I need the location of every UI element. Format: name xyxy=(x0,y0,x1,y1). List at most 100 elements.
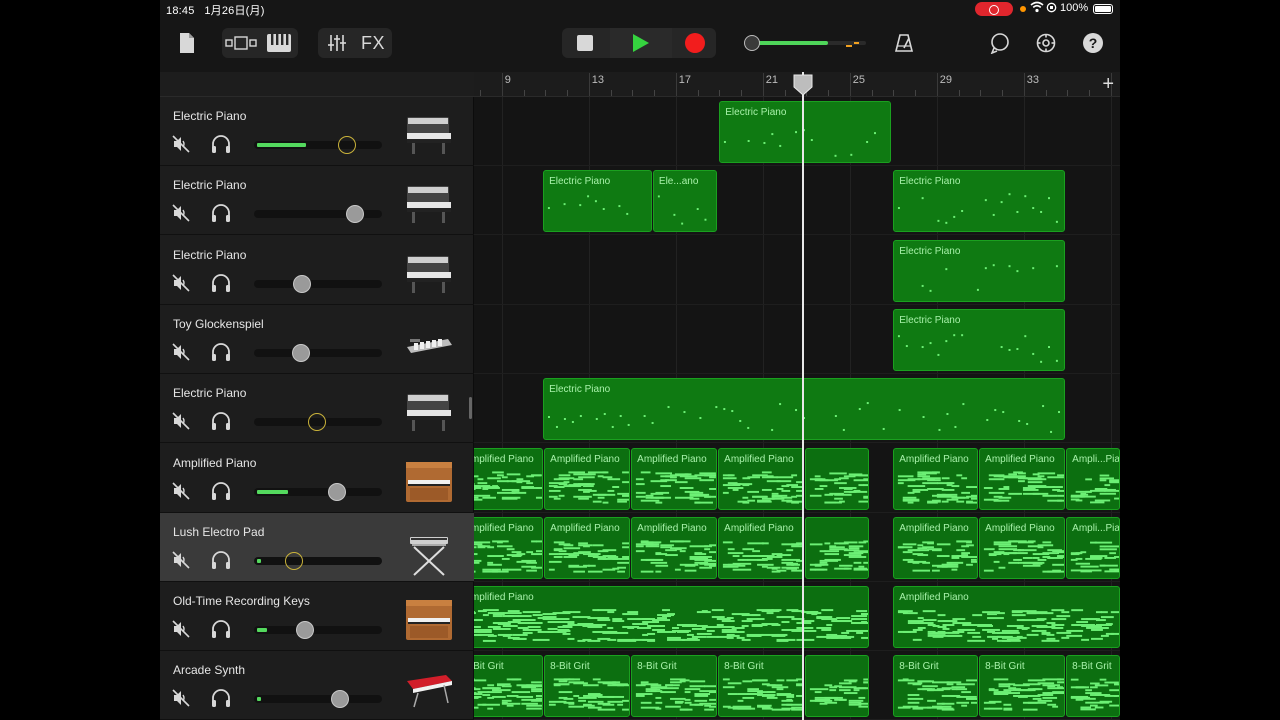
headphones-icon[interactable] xyxy=(210,273,232,293)
gear-icon[interactable] xyxy=(1032,28,1060,58)
electric-piano-icon[interactable] xyxy=(404,390,454,432)
track-volume-slider[interactable] xyxy=(254,343,382,362)
electric-piano-icon[interactable] xyxy=(404,252,454,294)
midi-region[interactable]: Amplified Piano xyxy=(544,516,631,579)
playhead-handle[interactable] xyxy=(792,74,814,96)
track-header[interactable]: Toy Glockenspiel xyxy=(160,305,474,374)
track-volume-slider[interactable] xyxy=(254,205,382,224)
fx-button[interactable]: FX xyxy=(358,28,388,58)
headphones-icon[interactable] xyxy=(210,550,232,570)
glockenspiel-icon[interactable] xyxy=(404,321,454,363)
track-header[interactable]: Electric Piano xyxy=(160,166,474,236)
midi-region[interactable]: Amplified Piano xyxy=(893,586,1120,649)
midi-region[interactable]: Amplified Piano xyxy=(474,447,544,510)
volume-knob[interactable] xyxy=(338,136,357,154)
stop-button[interactable] xyxy=(570,28,600,58)
mute-speaker-icon[interactable] xyxy=(172,551,190,569)
red-synth-icon[interactable] xyxy=(404,667,454,709)
midi-region[interactable]: Amplified Piano xyxy=(474,516,544,579)
mixer-sliders-icon[interactable] xyxy=(322,28,352,58)
track-header[interactable]: Electric Piano xyxy=(160,236,474,305)
master-volume-knob[interactable] xyxy=(744,35,760,51)
electric-piano-icon[interactable] xyxy=(404,182,454,224)
headphones-icon[interactable] xyxy=(210,342,232,362)
mute-speaker-icon[interactable] xyxy=(172,135,190,153)
headphones-icon[interactable] xyxy=(210,203,232,223)
track-header[interactable]: Old-Time Recording Keys xyxy=(160,582,474,652)
track-volume-slider[interactable] xyxy=(254,413,382,432)
midi-region[interactable]: 8-Bit Grit xyxy=(893,655,979,718)
help-button[interactable]: ? xyxy=(1080,28,1106,58)
arrangement-area[interactable]: Electric Piano Electric Piano Ele...ano Ele… xyxy=(474,97,1120,720)
midi-region[interactable] xyxy=(805,655,870,718)
volume-knob[interactable] xyxy=(291,343,310,362)
midi-region[interactable]: Electric Piano xyxy=(543,170,652,233)
track-header[interactable]: Electric Piano xyxy=(160,374,474,444)
mute-speaker-icon[interactable] xyxy=(172,204,190,222)
midi-region[interactable]: Amplified Piano xyxy=(893,447,979,510)
mute-speaker-icon[interactable] xyxy=(172,689,190,707)
volume-knob[interactable] xyxy=(330,690,349,709)
midi-region[interactable]: Electric Piano xyxy=(543,378,1066,441)
headphones-icon[interactable] xyxy=(210,481,232,501)
headphones-icon[interactable] xyxy=(210,688,232,708)
electric-piano-icon[interactable] xyxy=(404,113,454,155)
upright-piano-icon[interactable] xyxy=(404,460,454,502)
mute-speaker-icon[interactable] xyxy=(172,274,190,292)
mute-speaker-icon[interactable] xyxy=(172,620,190,638)
column-resize-handle[interactable] xyxy=(469,397,472,419)
midi-region[interactable]: Amplified Piano xyxy=(979,447,1066,510)
track-header[interactable]: Lush Electro Pad xyxy=(160,512,474,582)
midi-region[interactable]: 8-Bit Grit xyxy=(979,655,1066,718)
track-volume-slider[interactable] xyxy=(254,136,382,154)
volume-knob[interactable] xyxy=(307,413,326,432)
midi-region[interactable]: Amplified Piano xyxy=(893,516,979,579)
tracks-view-icon[interactable] xyxy=(224,28,258,58)
volume-knob[interactable] xyxy=(285,551,304,570)
mute-speaker-icon[interactable] xyxy=(172,412,190,430)
midi-region[interactable]: Amplified Piano xyxy=(631,516,718,579)
midi-region[interactable]: 8-Bit Grit xyxy=(1066,655,1120,718)
track-header[interactable]: Arcade Synth xyxy=(160,651,474,720)
track-volume-slider[interactable] xyxy=(254,551,382,570)
midi-region[interactable] xyxy=(805,447,870,510)
midi-region[interactable]: Amplified Piano xyxy=(474,586,870,649)
midi-region[interactable]: Ampli...Piano xyxy=(1066,447,1120,510)
midi-region[interactable] xyxy=(805,516,870,579)
track-header[interactable]: Electric Piano xyxy=(160,97,474,166)
headphones-icon[interactable] xyxy=(210,619,232,639)
master-volume-slider[interactable] xyxy=(744,35,870,51)
midi-region[interactable]: Electric Piano xyxy=(719,101,892,163)
midi-region[interactable]: Electric Piano xyxy=(893,170,1066,233)
upright-piano-icon[interactable] xyxy=(404,598,454,641)
midi-region[interactable]: Amplified Piano xyxy=(718,447,805,510)
volume-knob[interactable] xyxy=(295,621,314,640)
mute-speaker-icon[interactable] xyxy=(172,343,190,361)
midi-region[interactable]: Ele...ano xyxy=(652,170,718,233)
midi-region[interactable]: 8-Bit Grit xyxy=(544,655,631,718)
midi-region[interactable]: 8-Bit Grit xyxy=(718,655,805,718)
screen-recording-icon[interactable] xyxy=(975,2,1013,16)
midi-region[interactable]: Electric Piano xyxy=(893,308,1066,371)
headphones-icon[interactable] xyxy=(210,411,232,431)
track-header[interactable]: Amplified Piano xyxy=(160,444,474,513)
record-button[interactable] xyxy=(680,28,710,58)
track-volume-slider[interactable] xyxy=(254,482,382,501)
volume-knob[interactable] xyxy=(345,205,364,224)
track-volume-slider[interactable] xyxy=(254,274,382,293)
volume-knob[interactable] xyxy=(292,274,311,293)
play-button[interactable] xyxy=(624,28,658,58)
metronome-icon[interactable] xyxy=(890,28,918,58)
midi-region[interactable]: Electric Piano xyxy=(893,239,1066,302)
loop-icon[interactable] xyxy=(986,28,1014,58)
synth-stand-icon[interactable] xyxy=(404,529,454,576)
add-section-button[interactable]: + xyxy=(1102,73,1114,96)
document-icon[interactable] xyxy=(174,28,200,58)
headphones-icon[interactable] xyxy=(210,134,232,154)
mute-speaker-icon[interactable] xyxy=(172,481,190,500)
volume-knob[interactable] xyxy=(328,482,347,501)
midi-region[interactable]: 8-Bit Grit xyxy=(474,655,544,718)
midi-region[interactable]: Amplified Piano xyxy=(631,447,718,510)
midi-region[interactable]: Amplified Piano xyxy=(544,447,631,510)
midi-region[interactable]: 8-Bit Grit xyxy=(631,655,718,718)
